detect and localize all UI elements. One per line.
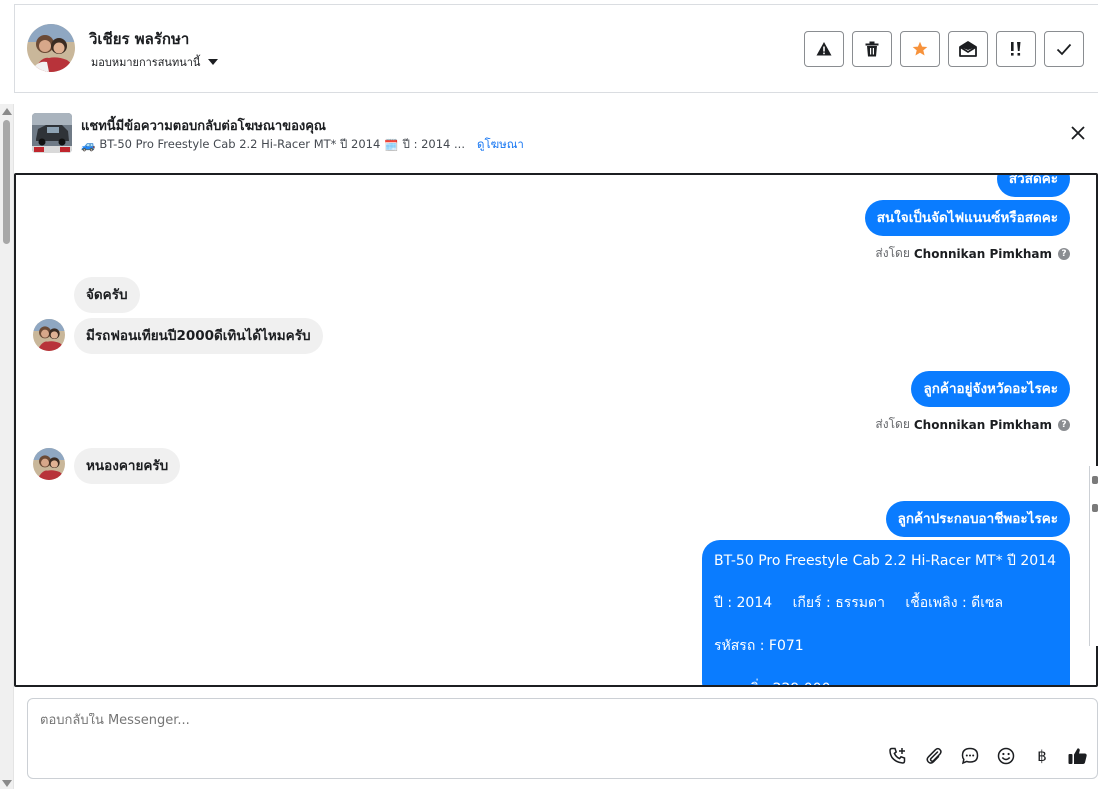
star-button[interactable] — [900, 31, 940, 67]
ad-card-code: รหัสรถ : F071 — [714, 638, 804, 654]
close-banner-button[interactable] — [1068, 123, 1088, 143]
ad-banner-title: แชทนี้มีข้อความตอบกลับต่อโฆษณาของคุณ — [81, 119, 326, 134]
message-bubble-outgoing[interactable]: ลูกค้าอยู่จังหวัดอะไรคะ — [911, 371, 1070, 407]
mark-done-button[interactable] — [1044, 31, 1084, 67]
ad-vehicle-text: BT-50 Pro Freestyle Cab 2.2 Hi-Racer MT*… — [99, 137, 381, 151]
message-composer: ฿ — [27, 698, 1098, 779]
delete-button[interactable] — [852, 31, 892, 67]
message-bubble-outgoing[interactable]: สนใจเป็นจัดไฟแนนซ์หรือสดคะ — [864, 200, 1070, 236]
car-emoji-icon: 🚙 — [81, 138, 96, 152]
baht-icon[interactable]: ฿ — [1031, 745, 1053, 767]
conversation-header: วิเชียร พลรักษา มอบหมายการสนทนานี้ — [14, 4, 1098, 93]
mark-unread-icon — [959, 41, 977, 57]
chevron-down-icon — [208, 59, 219, 65]
composer-toolbar: ฿ — [887, 745, 1089, 767]
help-icon[interactable]: ? — [1058, 247, 1070, 260]
ad-card-price: ราคาเริ่ม 229,000 บาท — [714, 678, 1058, 685]
ad-details-message[interactable]: BT-50 Pro Freestyle Cab 2.2 Hi-Racer MT*… — [702, 540, 1070, 685]
sent-by-label: ส่งโดย Chonnikan Pimkham ? — [875, 415, 1070, 434]
ad-reply-banner: แชทนี้มีข้อความตอบกลับต่อโฆษณาของคุณ 🚙 B… — [14, 93, 1098, 173]
page-scrollbar[interactable] — [0, 104, 14, 789]
ad-card-gear: เกียร์ : ธรรมดา — [792, 595, 885, 611]
header-actions — [804, 31, 1084, 67]
ad-card-specs: ปี : 2014 เกียร์ : ธรรมดา เชื้อเพลิง : ด… — [714, 592, 1058, 635]
report-spam-button[interactable] — [804, 31, 844, 67]
view-ad-link[interactable]: ดูโฆษณา — [477, 136, 524, 154]
scroll-up-icon[interactable] — [2, 108, 12, 115]
warning-icon — [816, 42, 832, 56]
contact-avatar[interactable] — [27, 24, 75, 72]
close-icon — [1071, 126, 1085, 140]
ad-year-text: ปี : 2014 ... — [402, 137, 465, 151]
sent-by-label: ส่งโดย Chonnikan Pimkham ? — [875, 244, 1070, 263]
contact-name[interactable]: วิเชียร พลรักษา — [89, 27, 189, 51]
contact-avatar-small[interactable] — [33, 448, 65, 480]
emoji-icon[interactable] — [995, 745, 1017, 767]
follow-up-button[interactable] — [996, 31, 1036, 67]
side-panel-edge[interactable] — [1089, 466, 1098, 646]
sent-by-name[interactable]: Chonnikan Pimkham — [914, 418, 1052, 432]
message-bubble-incoming[interactable]: หนองคายครับ — [74, 448, 181, 484]
sent-by-prefix: ส่งโดย — [875, 417, 910, 431]
mark-unread-button[interactable] — [948, 31, 988, 67]
check-icon — [1056, 43, 1072, 56]
ad-card-fuel: เชื้อเพลิง : ดีเซล — [905, 595, 1004, 611]
panel-icon — [1092, 504, 1098, 512]
reply-input[interactable] — [40, 713, 840, 728]
saved-reply-icon[interactable] — [959, 745, 981, 767]
sent-by-prefix: ส่งโดย — [875, 246, 910, 260]
scroll-down-icon[interactable] — [2, 780, 12, 787]
assign-conversation-dropdown[interactable]: มอบหมายการสนทนานี้ — [91, 53, 219, 71]
panel-icon — [1092, 476, 1098, 484]
calendar-emoji-icon: 🗓️ — [384, 138, 399, 152]
scrollbar-thumb[interactable] — [3, 120, 10, 244]
message-bubble-outgoing[interactable]: ลูกค้าประกอบอาชีพอะไรคะ — [885, 501, 1070, 537]
message-bubble-outgoing[interactable]: สวัสดีค่ะ — [996, 175, 1070, 197]
message-thread[interactable]: สวัสดีค่ะ สนใจเป็นจัดไฟแนนซ์หรือสดคะ ส่ง… — [14, 173, 1098, 687]
ad-card-title: BT-50 Pro Freestyle Cab 2.2 Hi-Racer MT*… — [714, 553, 1057, 569]
ad-thumbnail[interactable] — [32, 113, 72, 153]
contact-avatar-small[interactable] — [33, 319, 65, 351]
message-bubble-incoming[interactable]: มีรถฟอนเทียนปี2000ดีเทินได้ไหมครับ — [74, 318, 323, 354]
ad-card-year: ปี : 2014 — [714, 595, 773, 611]
like-icon[interactable] — [1067, 745, 1089, 767]
assign-label: มอบหมายการสนทนานี้ — [91, 56, 201, 69]
star-icon — [912, 41, 928, 56]
ad-banner-subtitle: 🚙 BT-50 Pro Freestyle Cab 2.2 Hi-Racer M… — [81, 136, 524, 154]
message-bubble-incoming[interactable]: จัดครับ — [74, 277, 140, 313]
sent-by-name[interactable]: Chonnikan Pimkham — [914, 247, 1052, 261]
call-add-icon[interactable] — [887, 745, 909, 767]
attachment-icon[interactable] — [923, 745, 945, 767]
help-icon[interactable]: ? — [1058, 418, 1070, 431]
follow-up-icon — [1011, 42, 1021, 56]
trash-icon — [865, 41, 879, 57]
